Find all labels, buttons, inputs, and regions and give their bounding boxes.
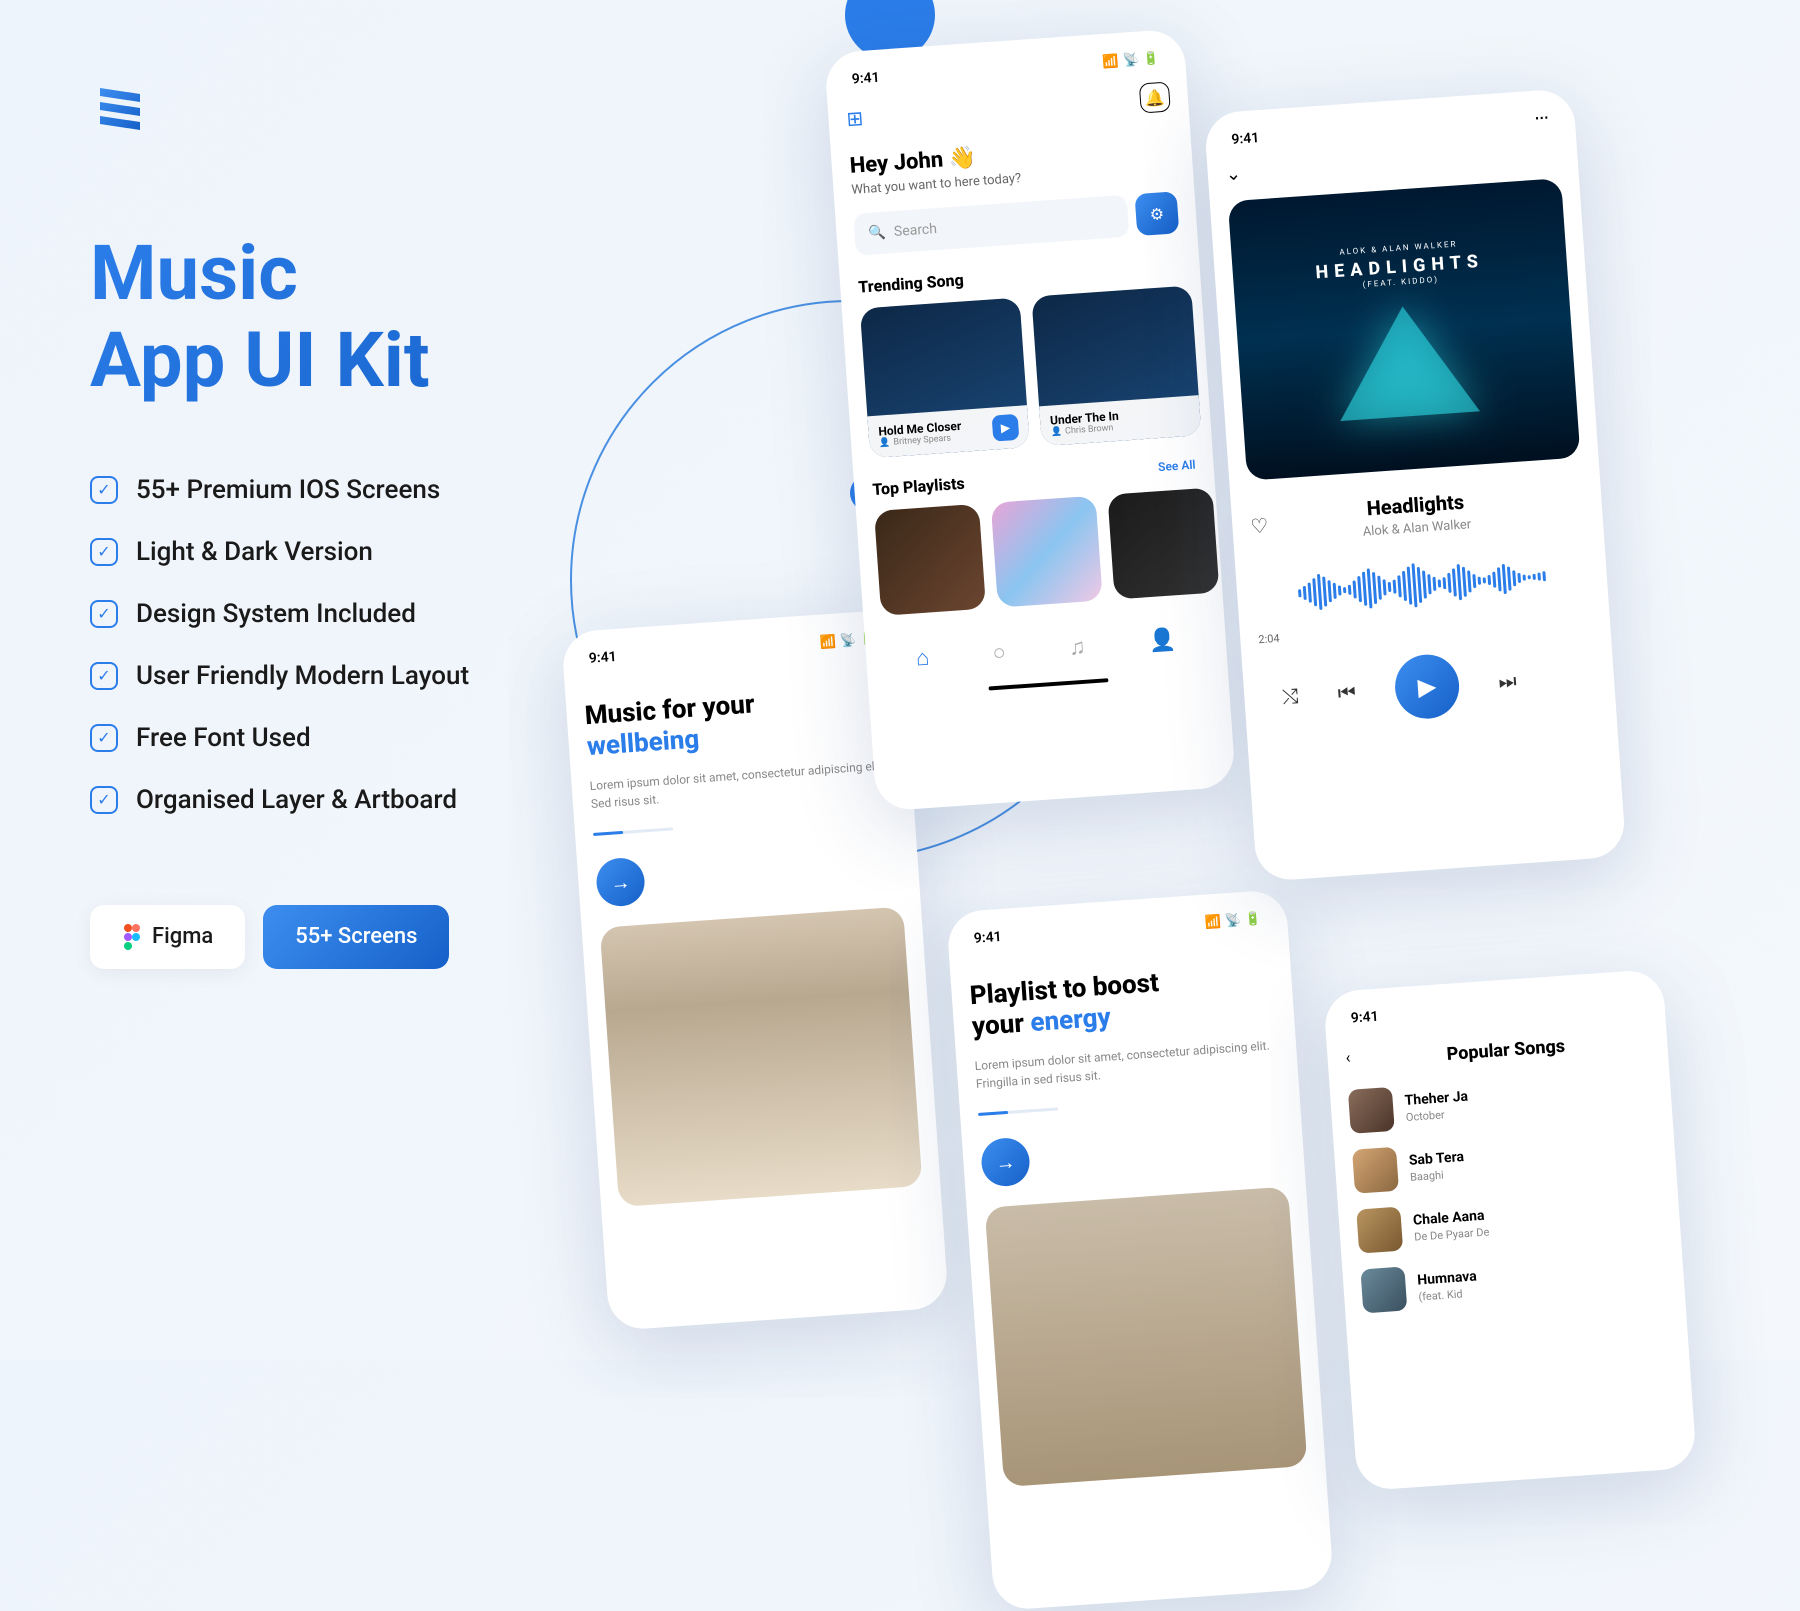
signal-icon: 📶 xyxy=(1204,914,1221,930)
onboarding-title: Music for yourwellbeing xyxy=(584,680,892,763)
song-item[interactable]: Humnava(feat. Kid xyxy=(1360,1248,1666,1313)
song-artist: Alok & Alan Walker xyxy=(1362,517,1471,540)
status-bar: 9:41📶📡🔋 xyxy=(965,906,1270,951)
song-item[interactable]: Sab TeraBaaghi xyxy=(1352,1129,1658,1194)
check-icon: ✓ xyxy=(90,724,118,752)
wifi-icon: 📡 xyxy=(1122,52,1139,68)
onboarding-desc: Lorem ipsum dolor sit amet, consectetur … xyxy=(589,756,895,813)
figma-badge: Figma xyxy=(90,905,245,969)
nav-library-icon[interactable]: ♫ xyxy=(1068,634,1086,661)
next-button[interactable]: → xyxy=(595,857,646,908)
search-input[interactable]: 🔍Search xyxy=(853,195,1129,256)
check-icon: ✓ xyxy=(90,600,118,628)
chevron-left-icon[interactable]: ‹ xyxy=(1345,1048,1351,1067)
phone-player: 9:41⋯ ⌄ ALOK & ALAN WALKER HEADLIGHTS (F… xyxy=(1204,88,1627,882)
heart-icon[interactable]: ♡ xyxy=(1250,513,1270,538)
song-title: Headlights xyxy=(1360,489,1470,521)
check-icon: ✓ xyxy=(90,786,118,814)
song-cover xyxy=(1352,1147,1399,1194)
song-cover xyxy=(1360,1266,1407,1313)
playlist-card[interactable] xyxy=(1107,487,1219,599)
home-indicator xyxy=(988,678,1108,690)
person-icon: 👤 xyxy=(1051,427,1063,438)
playlist-card[interactable] xyxy=(991,496,1103,608)
trending-card[interactable]: Under The In👤Chris Brown xyxy=(1031,285,1201,446)
playlist-card[interactable] xyxy=(874,504,986,616)
prev-icon[interactable]: ⏮ xyxy=(1337,680,1357,705)
hero-image-person xyxy=(600,907,923,1208)
hero-image-person xyxy=(985,1187,1308,1488)
shuffle-icon[interactable]: ⤭ xyxy=(1281,684,1299,709)
check-icon: ✓ xyxy=(90,538,118,566)
person-icon: 👤 xyxy=(879,438,891,449)
notification-icon[interactable]: 🔔 xyxy=(1139,81,1171,113)
album-art: ALOK & ALAN WALKER HEADLIGHTS (FEAT. KID… xyxy=(1228,178,1581,481)
wifi-icon: 📡 xyxy=(839,633,856,649)
screens-badge: 55+ Screens xyxy=(263,905,449,969)
progress-indicator xyxy=(978,1108,1058,1117)
filter-button[interactable]: ⚙ xyxy=(1135,191,1180,236)
song-list: Theher JaOctober Sab TeraBaaghi Chale Aa… xyxy=(1348,1069,1667,1314)
battery-icon: 🔋 xyxy=(1245,911,1262,927)
phone-home: 9:41📶📡🔋 ⊞ 🔔 Hey John 👋 What you want to … xyxy=(824,28,1236,811)
search-icon: 🔍 xyxy=(868,225,887,242)
phone-popular-songs: 9:41 ‹Popular Songs Theher JaOctober Sab… xyxy=(1323,969,1697,1491)
onboarding-desc: Lorem ipsum dolor sit amet, consectetur … xyxy=(974,1036,1280,1093)
bottom-nav: ⌂ ○ ♫ 👤 xyxy=(883,613,1210,685)
nav-search-icon[interactable]: ○ xyxy=(992,639,1007,666)
nav-home-icon[interactable]: ⌂ xyxy=(915,645,930,672)
check-icon: ✓ xyxy=(90,662,118,690)
brand-logo xyxy=(90,80,150,140)
progress-indicator xyxy=(593,828,673,837)
battery-icon: 🔋 xyxy=(1142,51,1159,67)
next-icon[interactable]: ⏭ xyxy=(1498,668,1518,693)
page-title: Popular Songs xyxy=(1362,1030,1650,1071)
see-all-link[interactable]: See All xyxy=(1158,458,1196,475)
nav-profile-icon[interactable]: 👤 xyxy=(1148,627,1177,655)
chevron-down-icon[interactable]: ⌄ xyxy=(1225,163,1242,185)
figma-icon xyxy=(122,923,142,951)
waveform[interactable] xyxy=(1254,548,1591,621)
more-icon[interactable]: ⋯ xyxy=(1534,110,1549,127)
signal-icon: 📶 xyxy=(819,634,836,650)
next-button[interactable]: → xyxy=(980,1137,1031,1188)
wifi-icon: 📡 xyxy=(1224,913,1241,929)
song-item[interactable]: Chale AanaDe De Pyaar De xyxy=(1356,1188,1662,1253)
phone-onboarding-2: 9:41📶📡🔋 Playlist to boostyour energy Lor… xyxy=(946,889,1334,1611)
trending-card[interactable]: Hold Me Closer👤Britney Spears ▶ xyxy=(860,297,1030,458)
play-icon[interactable]: ▶ xyxy=(992,414,1020,442)
status-bar: 9:41📶📡🔋 xyxy=(580,626,885,671)
song-cover xyxy=(1348,1087,1395,1134)
song-item[interactable]: Theher JaOctober xyxy=(1348,1069,1654,1134)
onboarding-title: Playlist to boostyour energy xyxy=(969,960,1277,1043)
signal-icon: 📶 xyxy=(1102,53,1119,69)
play-button[interactable]: ▶ xyxy=(1393,652,1461,720)
menu-grid-icon[interactable]: ⊞ xyxy=(846,106,864,131)
check-icon: ✓ xyxy=(90,476,118,504)
song-cover xyxy=(1356,1207,1403,1254)
